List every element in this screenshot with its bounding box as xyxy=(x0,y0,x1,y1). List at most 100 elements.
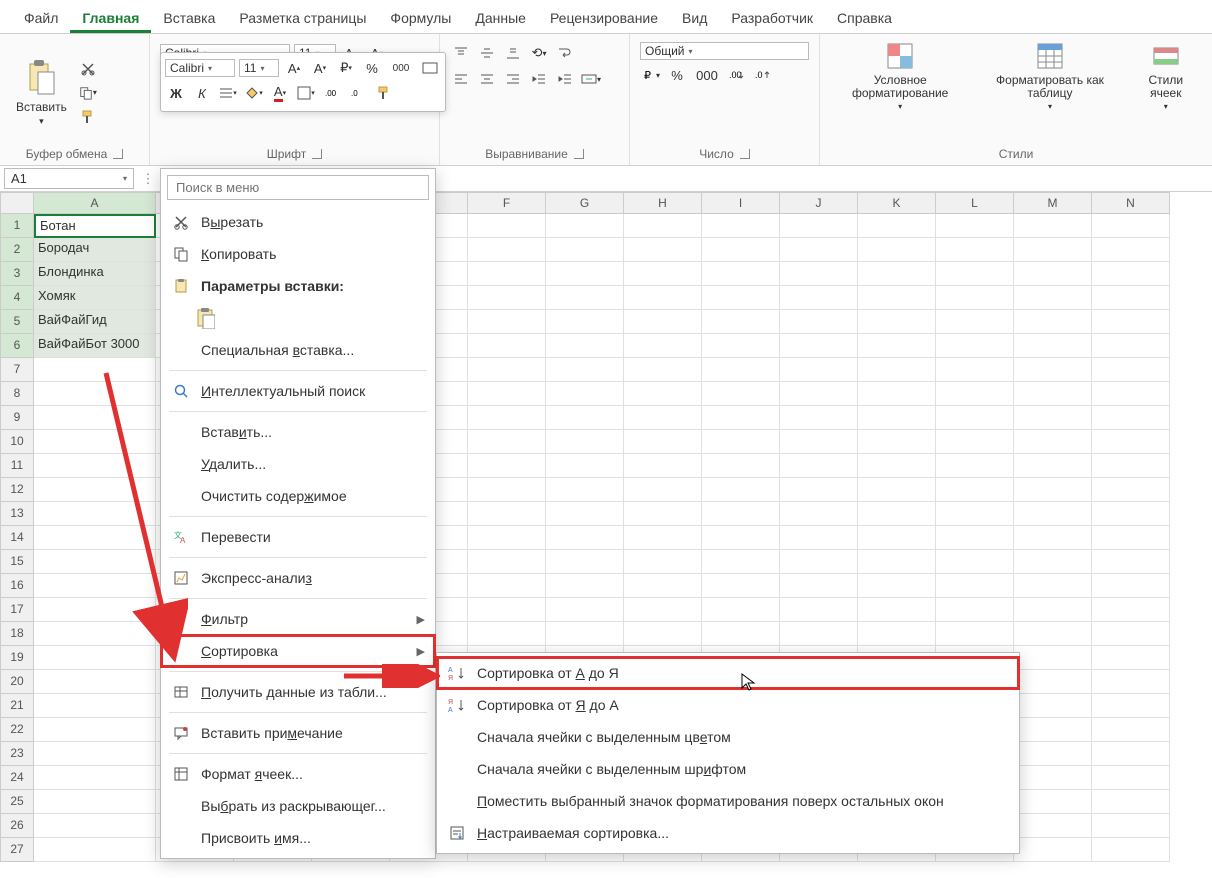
context-menu-item[interactable]: Выбрать из раскрывающег... xyxy=(161,790,435,822)
decrease-indent-icon[interactable] xyxy=(528,68,550,90)
cell[interactable] xyxy=(936,406,1014,430)
cell[interactable] xyxy=(624,214,702,238)
cell[interactable] xyxy=(624,334,702,358)
cell[interactable] xyxy=(702,478,780,502)
cell[interactable] xyxy=(1014,406,1092,430)
cell[interactable] xyxy=(624,310,702,334)
cell[interactable] xyxy=(624,502,702,526)
cell[interactable] xyxy=(468,262,546,286)
cell[interactable] xyxy=(1092,286,1170,310)
cell[interactable]: Хомяк xyxy=(34,286,156,310)
cell[interactable] xyxy=(858,454,936,478)
cell[interactable] xyxy=(34,598,156,622)
row-header[interactable]: 13 xyxy=(0,502,34,526)
menu-tab-4[interactable]: Формулы xyxy=(378,6,463,33)
cell[interactable] xyxy=(624,526,702,550)
cell[interactable] xyxy=(702,598,780,622)
decrease-decimal-icon[interactable]: .0 xyxy=(752,64,774,86)
format-painter-icon[interactable] xyxy=(79,108,97,126)
formula-bar-expand-icon[interactable]: ⋮ xyxy=(138,171,158,187)
row-header[interactable]: 6 xyxy=(0,334,34,358)
cell[interactable] xyxy=(858,622,936,646)
menu-tab-8[interactable]: Разработчик xyxy=(719,6,825,33)
cell[interactable] xyxy=(1014,742,1092,766)
cell[interactable] xyxy=(624,622,702,646)
cell[interactable] xyxy=(936,502,1014,526)
orientation-icon[interactable]: ⟲▾ xyxy=(528,42,550,64)
row-header[interactable]: 15 xyxy=(0,550,34,574)
cell[interactable] xyxy=(624,286,702,310)
menu-tab-0[interactable]: Файл xyxy=(12,6,70,33)
cell[interactable] xyxy=(702,262,780,286)
cell[interactable] xyxy=(936,262,1014,286)
mini-italic-icon[interactable]: К xyxy=(191,82,213,104)
row-header[interactable]: 24 xyxy=(0,766,34,790)
cell[interactable] xyxy=(468,574,546,598)
cell[interactable] xyxy=(1014,814,1092,838)
menu-tab-9[interactable]: Справка xyxy=(825,6,904,33)
cell[interactable] xyxy=(34,574,156,598)
cell[interactable] xyxy=(858,598,936,622)
cell[interactable] xyxy=(624,358,702,382)
cell[interactable] xyxy=(858,502,936,526)
mini-fill-icon[interactable]: ▾ xyxy=(243,82,265,104)
sort-submenu-item[interactable]: Сначала ячейки с выделенным шрифтом xyxy=(437,753,1019,785)
cell[interactable] xyxy=(468,286,546,310)
cell[interactable] xyxy=(468,454,546,478)
cell[interactable] xyxy=(1014,718,1092,742)
cell[interactable] xyxy=(34,502,156,526)
align-right-icon[interactable] xyxy=(502,68,524,90)
context-menu-item[interactable]: Интеллектуальный поиск xyxy=(161,375,435,407)
menu-tab-1[interactable]: Главная xyxy=(70,6,151,33)
align-bottom-icon[interactable] xyxy=(502,42,524,64)
mini-font-color-icon[interactable]: А▾ xyxy=(269,82,291,104)
cell[interactable] xyxy=(1092,670,1170,694)
cell[interactable] xyxy=(468,526,546,550)
cell[interactable] xyxy=(1092,358,1170,382)
cell[interactable] xyxy=(858,574,936,598)
cell[interactable] xyxy=(1014,286,1092,310)
cell[interactable] xyxy=(1092,334,1170,358)
cell[interactable] xyxy=(858,430,936,454)
cell[interactable] xyxy=(780,334,858,358)
cell[interactable] xyxy=(858,286,936,310)
context-menu-search-input[interactable] xyxy=(167,175,429,200)
cell[interactable] xyxy=(1092,526,1170,550)
row-header[interactable]: 4 xyxy=(0,286,34,310)
cell[interactable] xyxy=(624,574,702,598)
cell[interactable] xyxy=(1014,238,1092,262)
cell[interactable] xyxy=(34,718,156,742)
cell[interactable] xyxy=(1092,790,1170,814)
cell[interactable] xyxy=(468,358,546,382)
cell[interactable] xyxy=(936,238,1014,262)
cell[interactable] xyxy=(780,310,858,334)
cell[interactable] xyxy=(468,430,546,454)
cell[interactable] xyxy=(936,598,1014,622)
context-menu-item[interactable]: Вставить... xyxy=(161,416,435,448)
percent-icon[interactable]: % xyxy=(666,64,688,86)
cell[interactable] xyxy=(546,334,624,358)
row-header[interactable]: 12 xyxy=(0,478,34,502)
copy-icon[interactable]: ▾ xyxy=(79,84,97,102)
cell[interactable] xyxy=(1014,694,1092,718)
cell[interactable] xyxy=(1092,574,1170,598)
cell[interactable] xyxy=(1014,478,1092,502)
mini-decrease-font-icon[interactable]: A▾ xyxy=(309,57,331,79)
column-header[interactable]: H xyxy=(624,192,702,214)
cell[interactable] xyxy=(936,286,1014,310)
context-menu-item[interactable]: Присвоить имя... xyxy=(161,822,435,854)
cell[interactable] xyxy=(34,430,156,454)
cell[interactable] xyxy=(858,478,936,502)
cell[interactable] xyxy=(34,406,156,430)
increase-decimal-icon[interactable]: .00 xyxy=(726,64,748,86)
row-header[interactable]: 2 xyxy=(0,238,34,262)
context-menu-item[interactable]: Специальная вставка... xyxy=(161,334,435,366)
menu-tab-2[interactable]: Вставка xyxy=(151,6,227,33)
cell[interactable] xyxy=(1092,622,1170,646)
cell[interactable] xyxy=(624,478,702,502)
name-box[interactable]: A1▾ xyxy=(4,168,134,189)
mini-currency-icon[interactable]: ₽▾ xyxy=(335,57,357,79)
cell[interactable] xyxy=(546,262,624,286)
cell[interactable]: Ботан xyxy=(34,214,156,238)
cell[interactable] xyxy=(1014,214,1092,238)
